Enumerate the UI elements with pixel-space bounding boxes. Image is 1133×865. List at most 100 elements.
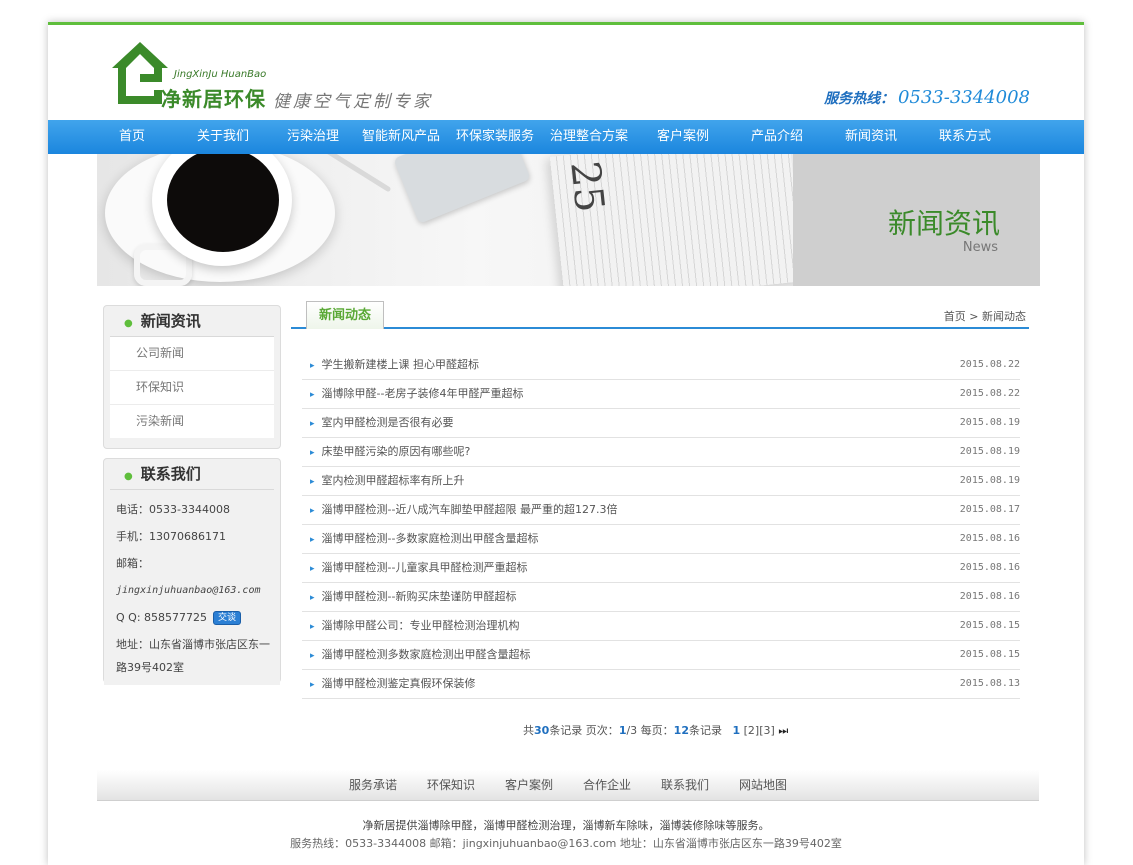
contact-qq-number: Q Q: 858577725 (116, 611, 208, 624)
article-date: 2015.08.19 (959, 446, 1020, 457)
sidebar-news-box: ● 新闻资讯 公司新闻 环保知识 污染新闻 (103, 305, 281, 449)
article-date: 2015.08.19 (959, 417, 1020, 428)
logo-pinyin: JingXinJu HuanBao (174, 69, 267, 80)
contact-email[interactable]: jingxinjuhuanbao@163.com (116, 577, 270, 604)
pager-per-page: 12 (673, 724, 689, 737)
banner-title-box: 新闻资讯 News (793, 154, 1040, 286)
article-row[interactable]: 室内甲醛检测是否很有必要 2015.08.19 (302, 409, 1020, 438)
article-title[interactable]: 淄博除甲醛--老房子装修4年甲醛严重超标 (302, 380, 524, 408)
breadcrumb[interactable]: 首页 > 新闻动态 (944, 308, 1026, 324)
article-title[interactable]: 淄博甲醛检测--新购买床垫谨防甲醛超标 (302, 583, 517, 611)
footer-description: 净新居提供淄博除甲醛，淄博甲醛检测治理，淄博新车除味，淄博装修除味等服务。 (362, 819, 770, 832)
hotline: 服务热线： 0533-3344008 (824, 87, 1030, 108)
pager-total: 30 (534, 724, 550, 737)
main-nav: 首页 关于我们 污染治理 智能新风产品 环保家装服务 治理整合方案 客户案例 产… (48, 120, 1084, 154)
article-list: 学生搬新建楼上课 担心甲醛超标2015.08.22淄博除甲醛--老房子装修4年甲… (302, 351, 1020, 699)
sidebar-news-list: 公司新闻 环保知识 污染新闻 (110, 337, 274, 438)
article-title[interactable]: 淄博甲醛检测--近八成汽车脚垫甲醛超限 最严重的超127.3倍 (302, 496, 618, 524)
article-date: 2015.08.16 (959, 533, 1020, 544)
sidebar-contact-title: ● 联系我们 (110, 459, 274, 490)
sidebar-item-eco-knowledge[interactable]: 环保知识 (110, 371, 274, 405)
article-date: 2015.08.16 (959, 591, 1020, 602)
nav-home[interactable]: 首页 (110, 120, 154, 154)
nav-fresh-air[interactable]: 智能新风产品 (358, 120, 444, 154)
article-row[interactable]: 淄博除甲醛--老房子装修4年甲醛严重超标 2015.08.22 (302, 380, 1020, 409)
article-date: 2015.08.13 (959, 678, 1020, 689)
article-row[interactable]: 淄博甲醛检测--多数家庭检测出甲醛含量超标 2015.08.16 (302, 525, 1020, 554)
article-title[interactable]: 床垫甲醛污染的原因有哪些呢? (302, 438, 471, 466)
pager-last-icon[interactable]: ⏭ (778, 724, 788, 737)
article-date: 2015.08.17 (959, 504, 1020, 515)
banner-subtitle: News (962, 240, 998, 255)
nav-contact[interactable]: 联系方式 (930, 120, 1000, 154)
hotline-label: 服务热线： (824, 91, 895, 107)
pager-page-1[interactable]: 1 (732, 724, 740, 737)
nav-pollution[interactable]: 污染治理 (278, 120, 348, 154)
footer-link-eco-knowledge[interactable]: 环保知识 (427, 770, 475, 800)
article-row[interactable]: 淄博除甲醛公司：专业甲醛检测治理机构 2015.08.15 (302, 612, 1020, 641)
contact-email-label: 邮箱： (116, 557, 149, 570)
article-title[interactable]: 淄博甲醛检测--儿童家具甲醛检测严重超标 (302, 554, 528, 582)
nav-decoration[interactable]: 环保家装服务 (452, 120, 538, 154)
article-date: 2015.08.15 (959, 620, 1020, 631)
contact-mobile: 手机：13070686171 (116, 530, 226, 543)
sidebar-item-pollution-news[interactable]: 污染新闻 (110, 405, 274, 438)
newspaper-text: 25 (561, 159, 613, 215)
article-title[interactable]: 学生搬新建楼上课 担心甲醛超标 (302, 351, 480, 379)
logo-text[interactable]: 净新居环保 (161, 83, 266, 112)
sidebar-contact-box: ● 联系我们 电话：0533-3344008 手机：13070686171 邮箱：… (103, 458, 281, 685)
article-date: 2015.08.22 (959, 388, 1020, 399)
pager-page-2[interactable]: [2] (744, 724, 760, 737)
news-banner: 25 新闻资讯 News (97, 154, 1040, 286)
article-row[interactable]: 淄博甲醛检测--近八成汽车脚垫甲醛超限 最严重的超127.3倍 2015.08.1… (302, 496, 1020, 525)
site-header: JingXinJu HuanBao 净新居环保 健康空气定制专家 服务热线： 0… (48, 25, 1084, 120)
pager-page-3[interactable]: [3] (759, 724, 775, 737)
footer-link-contact[interactable]: 联系我们 (661, 770, 709, 800)
article-title[interactable]: 室内甲醛检测是否很有必要 (302, 409, 454, 437)
qq-chat-button[interactable]: 交谈 (213, 611, 242, 625)
article-row[interactable]: 床垫甲醛污染的原因有哪些呢? 2015.08.19 (302, 438, 1020, 467)
footer-link-sitemap[interactable]: 网站地图 (739, 770, 787, 800)
article-title[interactable]: 淄博甲醛检测--多数家庭检测出甲醛含量超标 (302, 525, 539, 553)
hotline-number: 0533-3344008 (897, 87, 1030, 108)
article-row[interactable]: 室内检测甲醛超标率有所上升 2015.08.19 (302, 467, 1020, 496)
article-row[interactable]: 淄博甲醛检测鉴定真假环保装修 2015.08.13 (302, 670, 1020, 699)
article-row[interactable]: 淄博甲醛检测--新购买床垫谨防甲醛超标 2015.08.16 (302, 583, 1020, 612)
nav-cases[interactable]: 客户案例 (648, 120, 718, 154)
contact-phone: 电话：0533-3344008 (116, 503, 230, 516)
sidebar-news-title-text: 新闻资讯 (140, 312, 201, 330)
page-frame: JingXinJu HuanBao 净新居环保 健康空气定制专家 服务热线： 0… (48, 22, 1084, 865)
footer-link-service[interactable]: 服务承诺 (349, 770, 397, 800)
article-date: 2015.08.15 (959, 649, 1020, 660)
banner-title: 新闻资讯 (887, 207, 1000, 240)
pager-total-prefix: 共 (523, 724, 534, 737)
nav-news[interactable]: 新闻资讯 (836, 120, 906, 154)
article-row[interactable]: 淄博甲醛检测--儿童家具甲醛检测严重超标 2015.08.16 (302, 554, 1020, 583)
article-title[interactable]: 室内检测甲醛超标率有所上升 (302, 467, 465, 495)
article-title[interactable]: 淄博甲醛检测鉴定真假环保装修 (302, 670, 476, 698)
tab-underline (291, 327, 1029, 329)
article-row[interactable]: 学生搬新建楼上课 担心甲醛超标 2015.08.22 (302, 351, 1020, 380)
article-date: 2015.08.16 (959, 562, 1020, 573)
nav-about[interactable]: 关于我们 (188, 120, 258, 154)
pagination: 共30条记录 页次：1/3 每页：12条记录 1 [2][3] ⏭ (523, 722, 788, 738)
article-row[interactable]: 淄博甲醛检测多数家庭检测出甲醛含量超标 2015.08.15 (302, 641, 1020, 670)
tab-news-updates[interactable]: 新闻动态 (306, 301, 384, 329)
slogan: 健康空气定制专家 (273, 92, 433, 112)
pager-per-suffix: 条记录 (688, 724, 722, 737)
contact-qq: Q Q: 858577725 交谈 (116, 604, 270, 631)
footer-link-cases[interactable]: 客户案例 (505, 770, 553, 800)
article-date: 2015.08.22 (959, 359, 1020, 370)
article-date: 2015.08.19 (959, 475, 1020, 486)
footer-link-partners[interactable]: 合作企业 (583, 770, 631, 800)
nav-solutions[interactable]: 治理整合方案 (546, 120, 632, 154)
bullet-icon: ● (124, 318, 133, 329)
contact-address: 地址：山东省淄博市张店区东一路39号402室 (116, 638, 270, 674)
article-title[interactable]: 淄博除甲醛公司：专业甲醛检测治理机构 (302, 612, 520, 640)
sidebar-contact-title-text: 联系我们 (140, 465, 201, 483)
bullet-icon: ● (124, 471, 133, 482)
nav-products[interactable]: 产品介绍 (742, 120, 812, 154)
article-title[interactable]: 淄博甲醛检测多数家庭检测出甲醛含量超标 (302, 641, 531, 669)
pager-of: /3 每页： (626, 724, 674, 737)
sidebar-item-company-news[interactable]: 公司新闻 (110, 337, 274, 371)
